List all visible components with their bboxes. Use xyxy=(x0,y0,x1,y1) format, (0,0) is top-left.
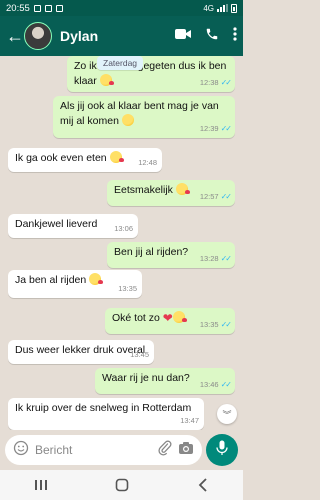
more-vert-icon[interactable] xyxy=(233,26,237,46)
message-text: Waar rij je nu dan? xyxy=(102,372,190,384)
camera-icon[interactable] xyxy=(178,441,194,460)
message-out[interactable]: Waar rij je nu dan? 13:46 ✓✓ xyxy=(95,368,235,394)
read-ticks-icon: ✓✓ xyxy=(220,78,232,87)
date-chip: Zaterdag xyxy=(97,56,144,70)
kissing-face-emoji xyxy=(175,183,190,195)
message-out[interactable]: Als jij ook al klaar bent mag je van mij… xyxy=(53,96,235,138)
message-time: 13:35 xyxy=(118,284,137,293)
message-time: 12:57 xyxy=(199,192,219,201)
composer xyxy=(0,430,243,470)
message-time: 13:28 xyxy=(199,254,219,263)
message-text: Eetsmakelijk xyxy=(114,184,173,196)
back-button[interactable] xyxy=(183,474,223,496)
message-time: 12:48 xyxy=(138,158,157,167)
message-in[interactable]: Dus weer lekker druk overal 13:45 xyxy=(8,340,154,364)
kissing-face-emoji xyxy=(99,74,114,86)
system-nav-bar xyxy=(0,470,243,500)
read-ticks-icon: ✓✓ xyxy=(220,192,232,201)
message-in[interactable]: Ik kruip over de snelweg in Rotterdam 13… xyxy=(8,398,204,430)
emoji-icon[interactable] xyxy=(13,440,29,461)
message-time: 13:46 xyxy=(199,380,219,389)
scroll-to-bottom-button[interactable]: ︾ xyxy=(217,404,237,424)
relieved-face-emoji xyxy=(121,114,134,126)
message-text: Dus weer lekker druk overal xyxy=(15,344,146,356)
message-text: Ik ga ook even eten xyxy=(15,152,107,164)
contact-name[interactable]: Dylan xyxy=(60,28,98,44)
avatar[interactable] xyxy=(24,22,52,50)
battery-icon xyxy=(231,3,237,13)
message-text: Oké tot zo xyxy=(112,312,160,324)
notification-icon xyxy=(33,4,41,12)
message-in[interactable]: Dankjewel lieverd 13:06 xyxy=(8,214,138,238)
message-text: Dankjewel lieverd xyxy=(15,218,98,230)
network-type: 4G xyxy=(203,3,214,13)
message-in[interactable]: Ja ben al rijden 13:35 xyxy=(8,270,142,298)
read-ticks-icon: ✓✓ xyxy=(220,124,232,133)
chat-header: ← Dylan xyxy=(0,16,243,56)
message-text: Als jij ook al klaar bent mag je van mij… xyxy=(60,100,219,127)
mic-icon xyxy=(216,440,228,461)
message-time: 13:06 xyxy=(114,224,133,233)
video-call-icon[interactable] xyxy=(175,27,191,45)
message-out[interactable]: Ben jij al rijden? 13:28 ✓✓ xyxy=(107,242,235,268)
message-time: 13:45 xyxy=(130,350,149,359)
mic-button[interactable] xyxy=(206,434,238,466)
message-out[interactable]: Oké tot zo ❤ 13:35 ✓✓ xyxy=(105,308,235,334)
status-time: 20:55 xyxy=(6,2,30,14)
message-out[interactable]: Eetsmakelijk 12:57 ✓✓ xyxy=(107,180,235,206)
message-time: 12:38 xyxy=(199,78,219,87)
status-bar: 20:55 4G xyxy=(0,0,243,16)
signal-icon xyxy=(217,4,228,12)
phone-icon[interactable] xyxy=(205,27,219,46)
message-text: Ja ben al rijden xyxy=(15,274,87,286)
message-time: 13:35 xyxy=(199,320,219,329)
home-button[interactable] xyxy=(102,474,142,496)
message-text: Ben jij al rijden? xyxy=(114,246,189,258)
double-chevron-down-icon: ︾ xyxy=(222,409,232,420)
read-ticks-icon: ✓✓ xyxy=(220,320,232,329)
arrow-left-icon[interactable]: ← xyxy=(6,27,24,45)
kissing-face-emoji xyxy=(89,273,104,285)
message-time: 12:39 xyxy=(199,124,219,133)
gallery-icon xyxy=(55,4,63,12)
message-list[interactable]: Zo ik heb net gegeten dus ik ben klaar 1… xyxy=(0,56,243,430)
kissing-face-emoji xyxy=(172,311,187,323)
recent-apps-button[interactable] xyxy=(21,474,61,496)
message-out[interactable]: Zo ik heb net gegeten dus ik ben klaar 1… xyxy=(67,56,235,92)
attach-icon[interactable] xyxy=(158,440,172,461)
message-input[interactable] xyxy=(35,443,152,457)
message-text: Ik kruip over de snelweg in Rotterdam xyxy=(15,402,192,414)
kissing-face-emoji xyxy=(109,151,124,163)
message-in[interactable]: Ik ga ook even eten 12:48 xyxy=(8,148,162,172)
notification-icon xyxy=(44,4,52,12)
read-ticks-icon: ✓✓ xyxy=(220,380,232,389)
heart-emoji: ❤ xyxy=(162,311,173,325)
read-ticks-icon: ✓✓ xyxy=(220,254,232,263)
message-input-container xyxy=(5,435,202,465)
message-time: 13:47 xyxy=(180,416,199,425)
